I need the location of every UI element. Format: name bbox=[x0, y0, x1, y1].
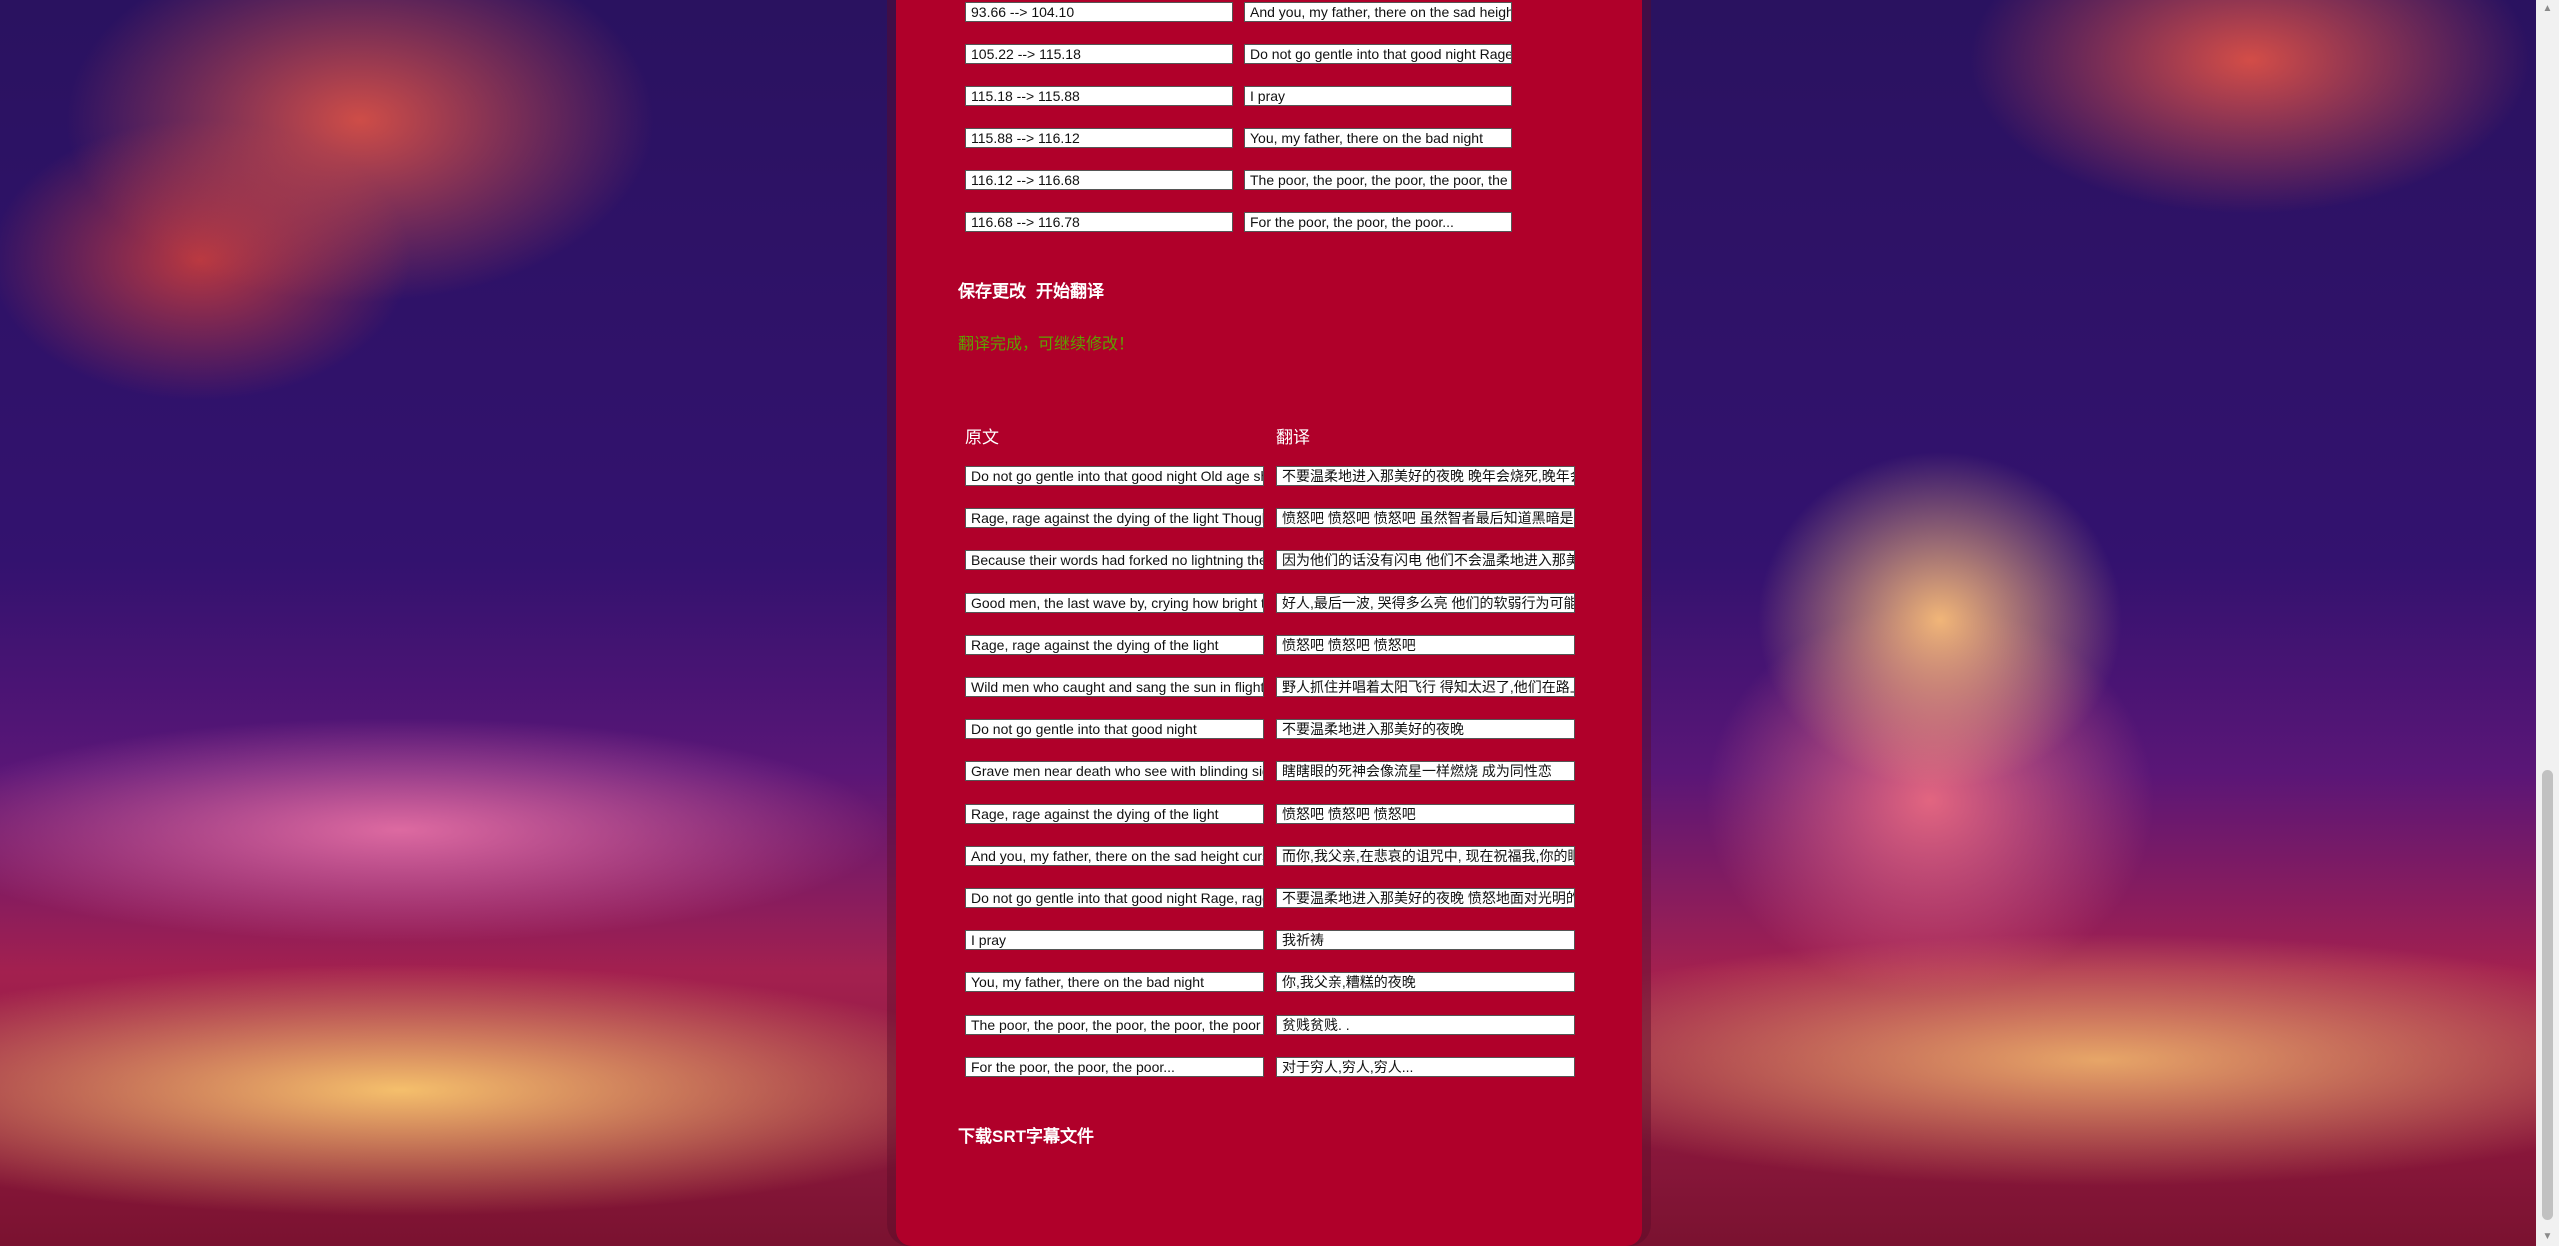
original-text-field[interactable]: Grave men near death who see with blindi… bbox=[965, 761, 1264, 782]
original-text-field[interactable]: Rage, rage against the dying of the ligh… bbox=[965, 508, 1264, 529]
translation-text-field[interactable]: 不要温柔地进入那美好的夜晚 bbox=[1276, 719, 1575, 740]
translation-text-field[interactable]: 好人,最后一波, 哭得多么亮 他们的软弱行为可能会跳舞 bbox=[1276, 592, 1575, 613]
original-text-field[interactable]: Rage, rage against the dying of the ligh… bbox=[965, 634, 1264, 655]
translation-text-field[interactable]: 对于穷人,穷人,穷人... bbox=[1276, 1056, 1575, 1077]
timing-field[interactable]: 105.22 --> 115.18 bbox=[965, 44, 1233, 64]
timing-field[interactable]: 115.18 --> 115.88 bbox=[965, 86, 1233, 106]
status-message: 翻译完成，可继续修改！ bbox=[958, 336, 1135, 353]
original-text-field[interactable]: Because their words had forked no lightn… bbox=[965, 550, 1264, 571]
translation-text-field[interactable]: 不要温柔地进入那美好的夜晚 愤怒地面对光明的消逝 bbox=[1276, 888, 1575, 908]
original-text-field[interactable]: You, my father, there on the bad night bbox=[965, 972, 1264, 993]
translation-text-field[interactable]: 我祈祷 bbox=[1276, 930, 1575, 951]
original-text-field[interactable]: And you, my father, there on the sad hei… bbox=[965, 845, 1264, 866]
original-text-field[interactable]: For the poor, the poor, the poor... bbox=[965, 1056, 1264, 1077]
translation-text-field[interactable]: 因为他们的话没有闪电 他们不会温柔地进入那美好的夜晚 bbox=[1276, 550, 1575, 571]
translation-text-field[interactable]: 野人抓住并唱着太阳飞行 得知太迟了,他们在路上悲伤 bbox=[1276, 677, 1575, 697]
translation-text-field[interactable]: 瞎瞎眼的死神会像流星一样燃烧 成为同性恋 bbox=[1276, 761, 1575, 782]
subtitle-text-field[interactable]: Do not go gentle into that good night Ra… bbox=[1244, 44, 1512, 64]
subtitle-text-field[interactable]: For the poor, the poor, the poor... bbox=[1244, 212, 1512, 232]
translation-text-field[interactable]: 愤怒吧 愤怒吧 愤怒吧 bbox=[1276, 803, 1575, 824]
translation-text-field[interactable]: 不要温柔地进入那美好的夜晚 晚年会烧死,晚年会疯狂 bbox=[1276, 466, 1575, 486]
translation-text-field[interactable]: 愤怒吧 愤怒吧 愤怒吧 bbox=[1276, 634, 1575, 655]
original-text-field[interactable]: I pray bbox=[965, 930, 1264, 951]
translation-text-field[interactable]: 愤怒吧 愤怒吧 愤怒吧 虽然智者最后知道黑暗是对的 bbox=[1276, 508, 1575, 529]
original-text-field[interactable]: Do not go gentle into that good night Ra… bbox=[965, 888, 1264, 908]
download-srt-button[interactable]: 下载SRT字幕文件 bbox=[958, 1122, 1094, 1147]
timing-field[interactable]: 116.68 --> 116.78 bbox=[965, 212, 1233, 232]
subtitle-text-field[interactable]: You, my father, there on the bad night bbox=[1244, 128, 1512, 148]
original-text-field[interactable]: Wild men who caught and sang the sun in … bbox=[965, 677, 1264, 697]
timing-field[interactable]: 116.12 --> 116.68 bbox=[965, 170, 1233, 190]
original-column-header: 原文 bbox=[965, 428, 999, 447]
original-text-field[interactable]: The poor, the poor, the poor, the poor, … bbox=[965, 1014, 1264, 1035]
scroll-down-arrow-icon[interactable]: ▼ bbox=[2536, 1228, 2559, 1246]
subtitle-text-field[interactable]: And you, my father, there on the sad hei… bbox=[1244, 2, 1512, 22]
original-text-field[interactable]: Do not go gentle into that good night Ol… bbox=[965, 466, 1264, 486]
translation-text-field[interactable]: 贫贱贫贱. . bbox=[1276, 1014, 1575, 1035]
scroll-up-arrow-icon[interactable]: ▲ bbox=[2536, 0, 2559, 18]
original-text-field[interactable]: Do not go gentle into that good night bbox=[965, 719, 1264, 740]
subtitle-text-field[interactable]: The poor, the poor, the poor, the poor, … bbox=[1244, 170, 1512, 190]
translation-text-field[interactable]: 而你,我父亲,在悲哀的诅咒中, 现在祝福我,你的眼泪 bbox=[1276, 845, 1575, 866]
subtitle-text-field[interactable]: I pray bbox=[1244, 86, 1512, 106]
page-scrollbar[interactable]: ▲ ▼ bbox=[2536, 0, 2559, 1246]
scroll-thumb[interactable] bbox=[2542, 770, 2553, 1220]
translation-column-header: 翻译 bbox=[1276, 428, 1310, 447]
start-translate-button[interactable]: 开始翻译 bbox=[1036, 277, 1104, 302]
translation-text-field[interactable]: 你,我父亲,糟糕的夜晚 bbox=[1276, 972, 1575, 993]
timing-field[interactable]: 93.66 --> 104.10 bbox=[965, 2, 1233, 22]
save-changes-button[interactable]: 保存更改 bbox=[958, 277, 1026, 302]
original-text-field[interactable]: Rage, rage against the dying of the ligh… bbox=[965, 803, 1264, 824]
original-text-field[interactable]: Good men, the last wave by, crying how b… bbox=[965, 592, 1264, 613]
timing-field[interactable]: 115.88 --> 116.12 bbox=[965, 128, 1233, 148]
